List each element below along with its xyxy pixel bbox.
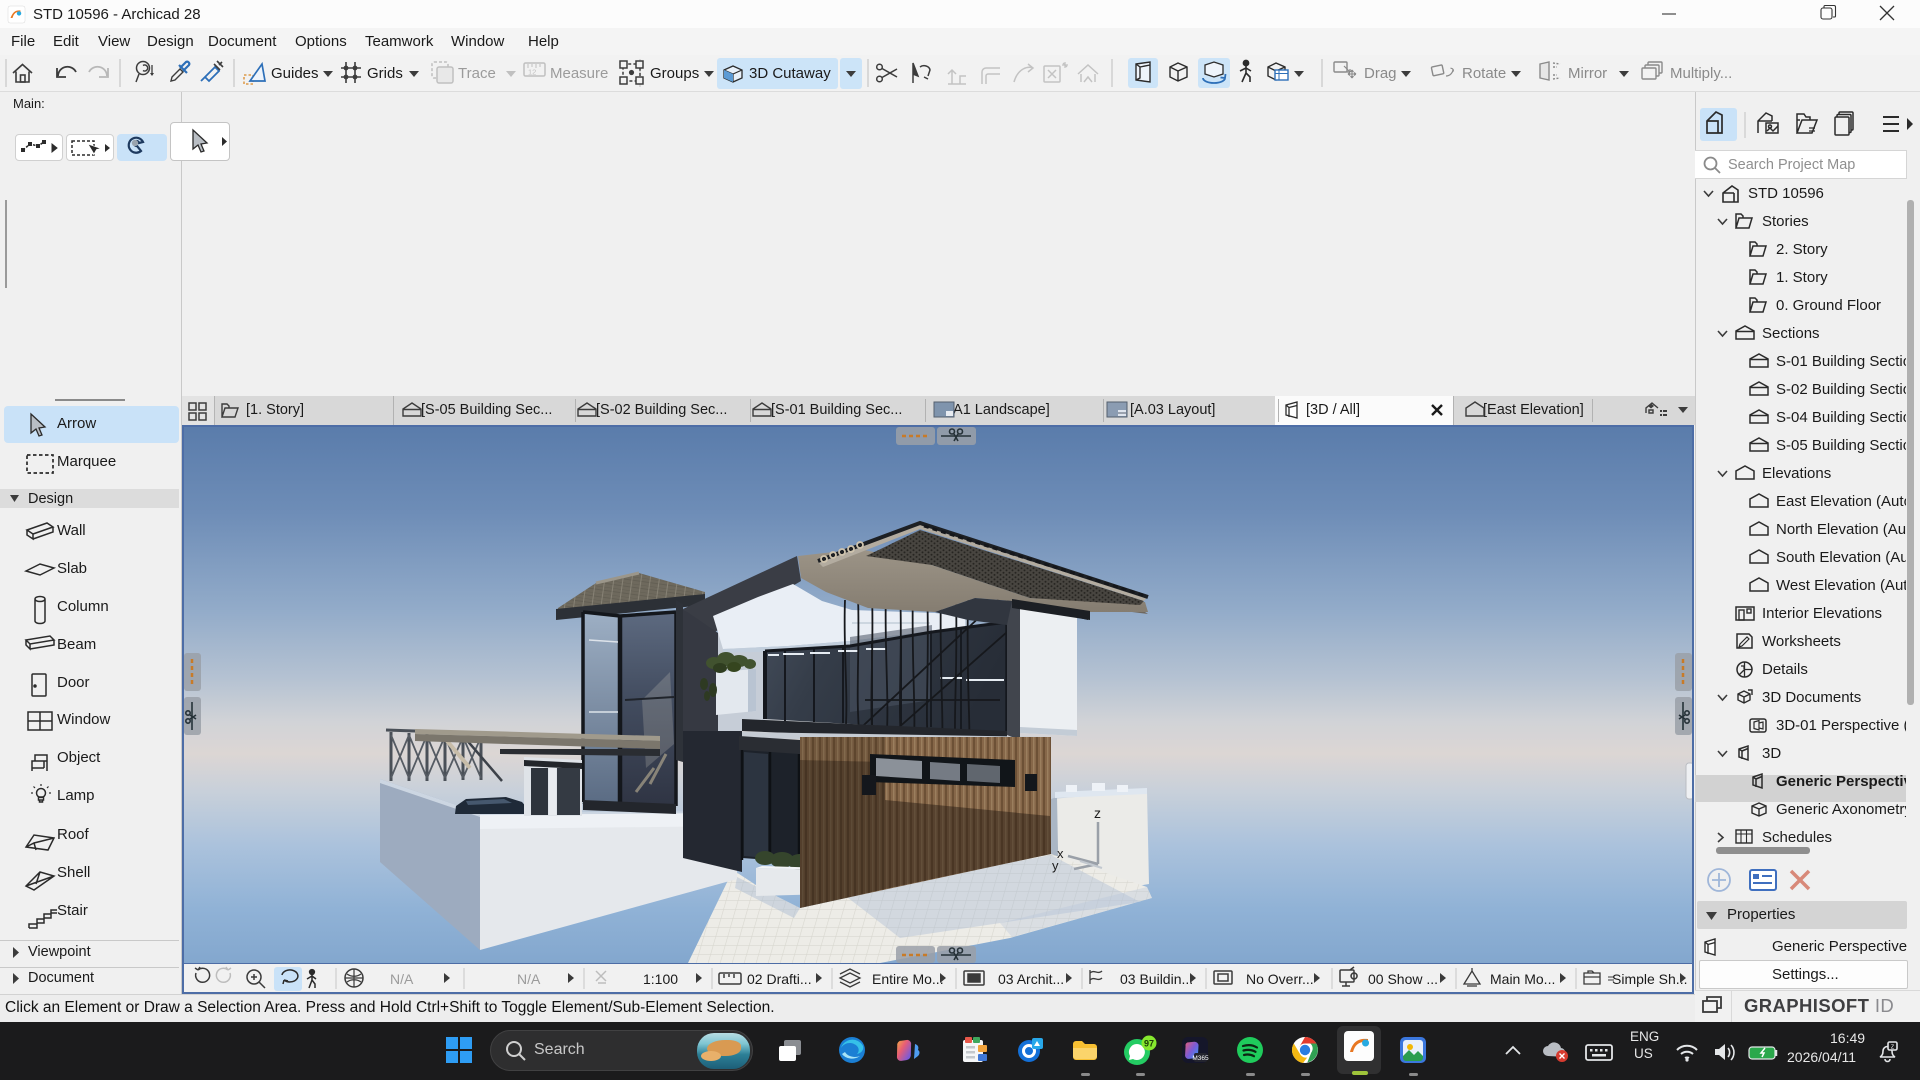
svg-text:y: y bbox=[1052, 858, 1059, 873]
svg-text:z: z bbox=[1094, 805, 1101, 821]
svg-text:z: z bbox=[1891, 1044, 1895, 1051]
svg-text:12: 12 bbox=[528, 68, 536, 77]
svg-text:97: 97 bbox=[1144, 1039, 1154, 1049]
svg-text:M365: M365 bbox=[1192, 1055, 1209, 1062]
